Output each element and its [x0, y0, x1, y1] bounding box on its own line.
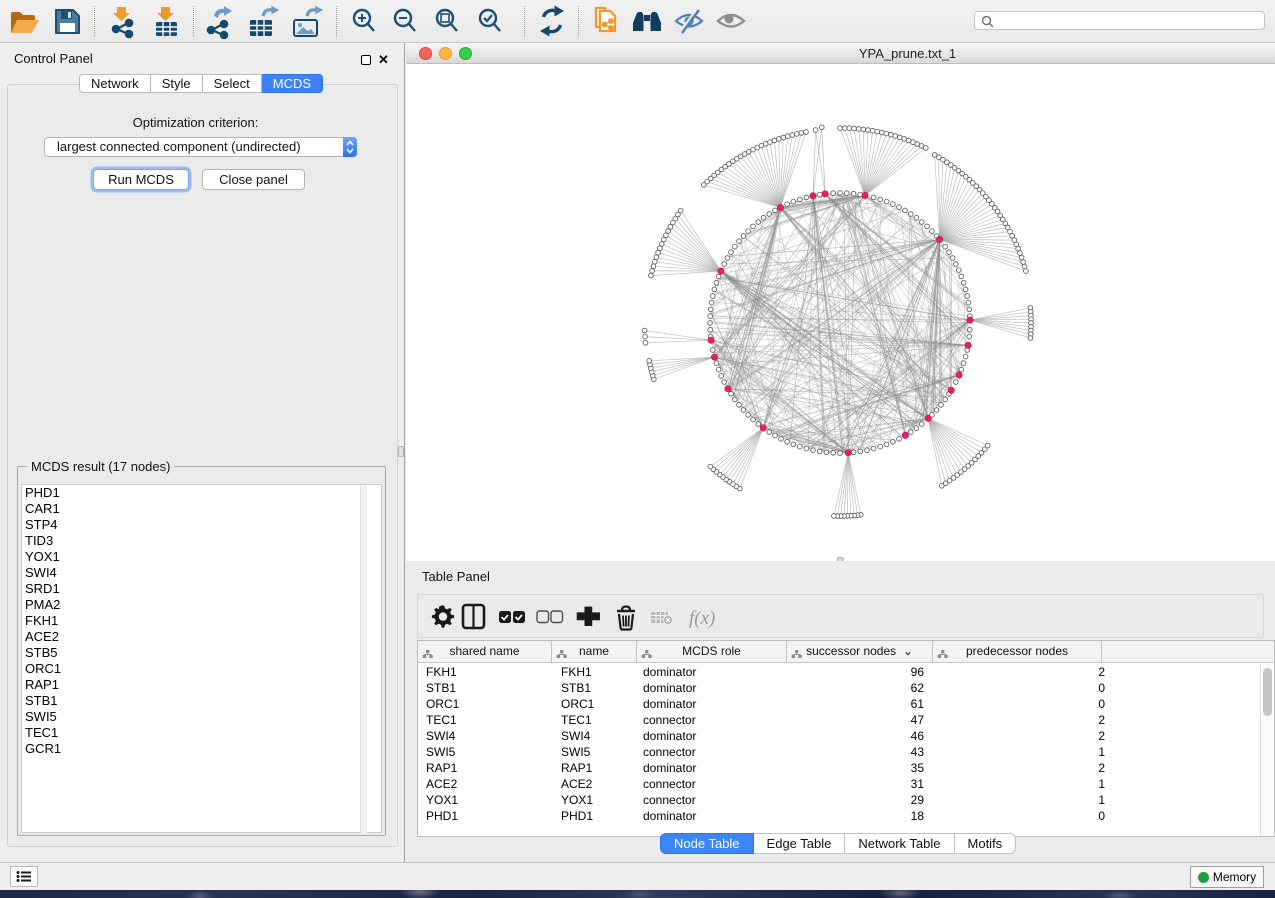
svg-text:f(x): f(x): [689, 608, 715, 629]
